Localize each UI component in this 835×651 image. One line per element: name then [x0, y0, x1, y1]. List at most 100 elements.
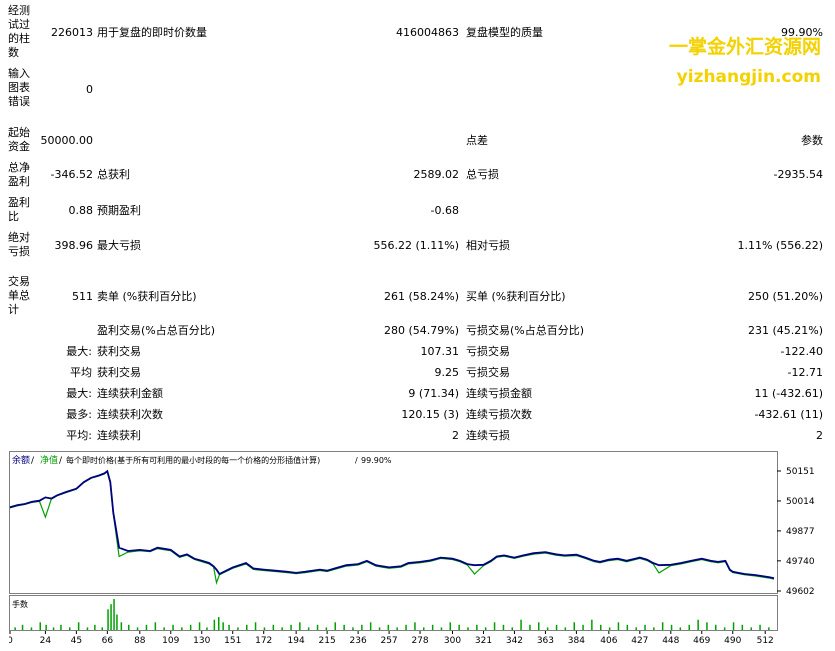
volume-bar	[582, 624, 584, 630]
volume-bar	[423, 627, 425, 630]
legend-sep-3: /	[355, 456, 358, 465]
backtest-report: 经测试过的柱数 226013 用于复盘的即时价数量 416004863 复盘模型…	[0, 0, 835, 452]
volume-bar	[334, 622, 336, 631]
row-average: 平均 获利交易 9.25 亏损交易 -12.71	[0, 366, 835, 382]
x-tick-label: 427	[631, 636, 648, 646]
volume-bar	[449, 622, 451, 631]
avg-win-value: 9.25	[434, 366, 460, 379]
volume-bar	[39, 622, 41, 631]
avgcons-win-label: 连续获利	[97, 429, 141, 442]
volume-bar	[116, 614, 118, 630]
volume-bar	[222, 622, 224, 631]
short-value: 261 (58.24%)	[383, 290, 459, 303]
volume-bar	[361, 624, 363, 630]
volume-bar	[163, 627, 165, 630]
volume-bar	[564, 627, 567, 630]
volume-bar	[378, 627, 381, 630]
main-plot-frame	[9, 451, 778, 594]
largest-win-value: 107.31	[420, 345, 460, 358]
gross-profit-value: 2589.02	[413, 168, 460, 181]
volume-bar	[218, 617, 220, 630]
volume-bar	[440, 627, 443, 630]
volume-bar	[723, 627, 726, 630]
spread-label: 点差	[466, 134, 488, 147]
x-tick-label: 172	[255, 636, 272, 646]
x-tick-label: 109	[162, 636, 179, 646]
volume-bar	[69, 627, 71, 630]
x-tick-label: 321	[475, 636, 492, 646]
volume-bar	[750, 627, 752, 630]
ticks-label: 用于复盘的即时价数量	[97, 26, 207, 39]
volume-bar	[316, 624, 319, 630]
y-tick-label: 49740	[786, 557, 815, 567]
volume-bar	[30, 627, 33, 630]
y-tick-labels: 50151 50014 49877 49740 49602	[777, 467, 815, 597]
x-tick-label: 0	[9, 636, 13, 646]
volume-bar	[591, 619, 593, 630]
legend-balance: 余额	[12, 454, 30, 466]
volume-bar	[697, 619, 699, 630]
volume-bar	[352, 627, 354, 630]
volume-bar	[154, 622, 157, 631]
maxprofit-loss-label: 连续亏损次数	[466, 408, 532, 421]
x-tick-label: 215	[319, 636, 336, 646]
volume-bar	[263, 627, 266, 630]
gross-loss-label: 总亏损	[466, 168, 499, 181]
rel-dd-label: 相对亏损	[466, 239, 510, 252]
volume-bar	[136, 627, 139, 630]
volume-bar	[198, 622, 201, 631]
x-tick-label: 448	[662, 636, 679, 646]
x-tick-label: 88	[134, 636, 146, 646]
avg-loss-label: 亏损交易	[466, 366, 510, 379]
max-dd-label: 最大亏损	[97, 239, 141, 252]
deposit-value: 50000.00	[40, 134, 94, 147]
volume-bar	[688, 624, 690, 630]
volume-bar	[21, 624, 24, 630]
x-tick-label: 66	[102, 636, 114, 646]
volume-bar	[128, 624, 130, 630]
volume-bar	[715, 624, 717, 630]
maxcons-loss-value: 11 (-432.61)	[754, 387, 823, 400]
maxcons-win-label: 连续获利金额	[97, 387, 163, 400]
volume-bar	[120, 622, 123, 631]
row-profit-factor: 盈利比 0.88 预期盈利 -0.68	[0, 196, 835, 224]
volume-bar	[414, 622, 416, 631]
long-label: 买单 (%获利百分比)	[466, 290, 566, 303]
ticks-value: 416004863	[396, 26, 459, 39]
maxprofit-win-value: 120.15 (3)	[401, 408, 459, 421]
volume-bar	[768, 627, 770, 630]
x-tick-label: 469	[693, 636, 710, 646]
volume-bar	[14, 627, 16, 630]
x-tick-label: 151	[224, 636, 241, 646]
avg-win-label: 获利交易	[97, 366, 141, 379]
volume-bar	[281, 627, 283, 630]
maxcons-win-value: 9 (71.34)	[408, 387, 459, 400]
win-value: 280 (54.79%)	[383, 324, 459, 337]
net-value: -346.52	[50, 168, 93, 181]
volume-bar	[94, 624, 96, 630]
avg-prefix: 平均	[70, 366, 92, 379]
bars-label: 经测试过的柱数	[8, 4, 30, 59]
largest-prefix: 最大:	[66, 345, 92, 358]
largest-loss-label: 亏损交易	[466, 345, 510, 358]
volume-label: 手数	[12, 599, 28, 609]
x-tick-label: 512	[757, 636, 774, 646]
volume-bar	[493, 622, 496, 631]
volume-bar	[661, 622, 664, 631]
volume-bar	[706, 622, 708, 631]
volume-bar	[538, 622, 540, 631]
volume-bar	[254, 622, 257, 631]
x-tick-label: 24	[40, 636, 52, 646]
volume-bar	[555, 624, 558, 630]
bars-value: 226013	[51, 26, 93, 39]
pf-label: 盈利比	[8, 196, 30, 223]
legend-model: 每个即时价格(基于所有可利用的最小时段的每一个价格的分形插值计算)	[66, 455, 320, 465]
volume-bar	[272, 624, 275, 630]
volume-bar	[237, 627, 239, 630]
volume-bar	[626, 624, 629, 630]
x-tick-label: 384	[568, 636, 585, 646]
volume-bar	[608, 627, 611, 630]
volume-bar	[145, 624, 148, 630]
volume-bar	[52, 627, 55, 630]
x-tick-label: 490	[724, 636, 741, 646]
